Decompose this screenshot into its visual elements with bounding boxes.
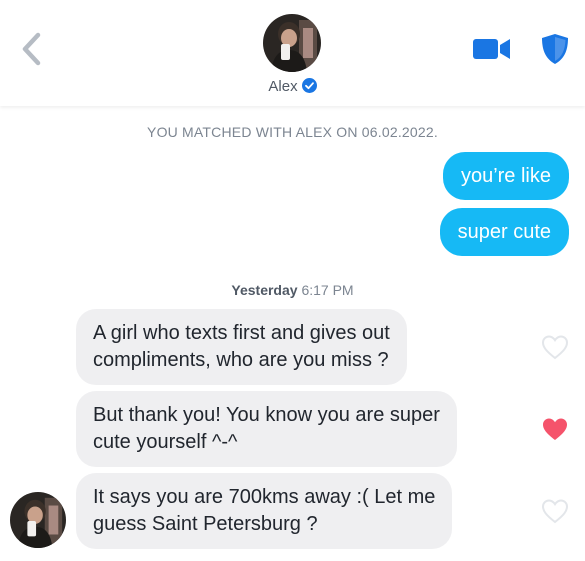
like-message-button[interactable] [541, 334, 569, 360]
match-name-row: Alex [0, 78, 585, 97]
chevron-left-icon [22, 32, 41, 66]
outgoing-message[interactable]: super cute [439, 208, 569, 256]
video-call-button[interactable] [472, 37, 512, 61]
back-button[interactable] [18, 32, 46, 66]
incoming-message[interactable]: A girl who texts first and gives out com… [76, 309, 407, 385]
message-line: compliments, who are you miss ? [93, 349, 389, 371]
match-name[interactable]: Alex [268, 78, 297, 95]
video-camera-icon [473, 39, 510, 59]
chat-header: Alex [0, 0, 585, 106]
sender-avatar[interactable] [10, 492, 66, 548]
safety-shield-button[interactable] [539, 33, 571, 65]
incoming-message[interactable]: But thank you! You know you are super cu… [76, 391, 457, 467]
outgoing-message[interactable]: you’re like [442, 152, 569, 200]
profile-photo [10, 492, 66, 548]
message-line: guess Saint Petersburg ? [93, 513, 318, 535]
verified-check-icon [301, 78, 317, 97]
message-line: It says you are 700kms away :( Let me [93, 486, 436, 508]
heart-filled-icon [543, 418, 567, 440]
incoming-message[interactable]: It says you are 700kms away :( Let me gu… [76, 473, 453, 549]
message-line: cute yourself ^-^ [93, 431, 238, 453]
timestamp-time: 6:17 PM [301, 282, 354, 298]
like-message-button[interactable] [541, 498, 569, 524]
timestamp-separator: Yesterday 6:17 PM [0, 282, 585, 298]
shield-icon [542, 34, 568, 64]
match-date-banner: YOU MATCHED WITH ALEX ON 06.02.2022. [147, 124, 438, 140]
match-avatar[interactable] [263, 14, 321, 72]
heart-outline-icon [541, 499, 569, 524]
message-line: But thank you! You know you are super [93, 404, 440, 426]
heart-outline-icon [541, 335, 569, 360]
timestamp-day: Yesterday [231, 282, 298, 298]
message-line: A girl who texts first and gives out [93, 322, 390, 344]
profile-photo [263, 14, 321, 72]
like-message-button[interactable] [541, 416, 569, 442]
